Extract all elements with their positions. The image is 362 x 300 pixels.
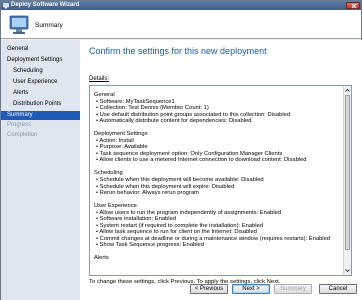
previous-button[interactable]: < Previous bbox=[190, 284, 228, 294]
nav-item-user-experience[interactable]: User Experience bbox=[13, 78, 57, 87]
nav-item-deployment-settings[interactable]: Deployment Settings bbox=[7, 56, 62, 65]
close-button[interactable] bbox=[346, 2, 360, 9]
detail-text: Use default distribution point groups as… bbox=[99, 111, 291, 118]
next-button[interactable]: Next > bbox=[232, 284, 270, 294]
close-icon bbox=[351, 3, 357, 9]
detail-text: Task sequence deployment option: Only Co… bbox=[99, 150, 283, 157]
nav-item-progress: Progress bbox=[7, 122, 32, 128]
detail-text: Software: MyTaskSequence1 bbox=[99, 98, 175, 105]
title-bar[interactable]: Deploy Software Wizard bbox=[1, 1, 361, 10]
nav-item-general[interactable]: General bbox=[7, 45, 28, 54]
wizard-nav: General Deployment Settings Scheduling U… bbox=[1, 40, 80, 300]
scrollbar-thumb[interactable] bbox=[345, 95, 350, 250]
cancel-button[interactable]: Cancel bbox=[319, 284, 357, 294]
computer-icon bbox=[9, 15, 29, 34]
detail-text: Show Task Sequence progress: Enabled bbox=[99, 242, 204, 249]
header-title: Summary bbox=[35, 22, 63, 29]
nav-item-alerts[interactable]: Alerts bbox=[13, 89, 28, 98]
details-box[interactable]: General • Software: MyTaskSequence1 • Co… bbox=[89, 85, 352, 276]
wizard-window: Deploy Software Wizard Summary General D… bbox=[0, 0, 362, 300]
detail-text: Purpose: Available bbox=[99, 144, 148, 151]
detail-text: Allow users to run the program independe… bbox=[99, 209, 282, 216]
nav-item-scheduling[interactable]: Scheduling bbox=[13, 67, 43, 76]
arrow-down-icon[interactable] bbox=[344, 267, 351, 274]
window-title: Deploy Software Wizard bbox=[11, 2, 80, 8]
details-label: Details: bbox=[89, 76, 110, 82]
detail-text: Schedule when this deployment will expir… bbox=[99, 183, 235, 190]
detail-text: Action: Install bbox=[99, 137, 134, 144]
monitor-icon bbox=[3, 2, 9, 8]
nav-item-completion: Completion bbox=[7, 132, 38, 138]
nav-item-summary[interactable]: Summary bbox=[1, 111, 80, 120]
main-content: Confirm the settings for this new deploy… bbox=[80, 40, 362, 300]
summary-button: Summary bbox=[274, 284, 312, 294]
details-text: General • Software: MyTaskSequence1 • Co… bbox=[94, 92, 340, 262]
detail-text: Commit changes at deadline or during a m… bbox=[99, 235, 331, 242]
detail-line: • Allow clients to use a metered Interne… bbox=[96, 157, 307, 164]
page-title: Confirm the settings for this new deploy… bbox=[89, 46, 267, 56]
detail-text: Collection: Test Dennis (Member Count: 1… bbox=[99, 105, 209, 112]
details-scrollbar[interactable] bbox=[343, 86, 351, 275]
detail-text: Software installation: Enabled bbox=[99, 216, 177, 223]
detail-text: Automatically distribute content for dep… bbox=[99, 118, 252, 125]
section-heading: Alerts bbox=[94, 255, 109, 262]
arrow-up-icon[interactable] bbox=[344, 87, 351, 94]
detail-text: System restart (if required to complete … bbox=[99, 222, 263, 229]
detail-text: Schedule when this deployment will becom… bbox=[99, 177, 264, 184]
nav-item-distribution-points[interactable]: Distribution Points bbox=[13, 100, 61, 109]
detail-text: Rerun behavior: Always rerun program bbox=[99, 190, 199, 197]
detail-text: Allow clients to use a metered Internet … bbox=[99, 157, 307, 164]
wizard-header: Summary bbox=[1, 10, 361, 39]
detail-text: Allow task sequence to run for client on… bbox=[99, 229, 257, 236]
